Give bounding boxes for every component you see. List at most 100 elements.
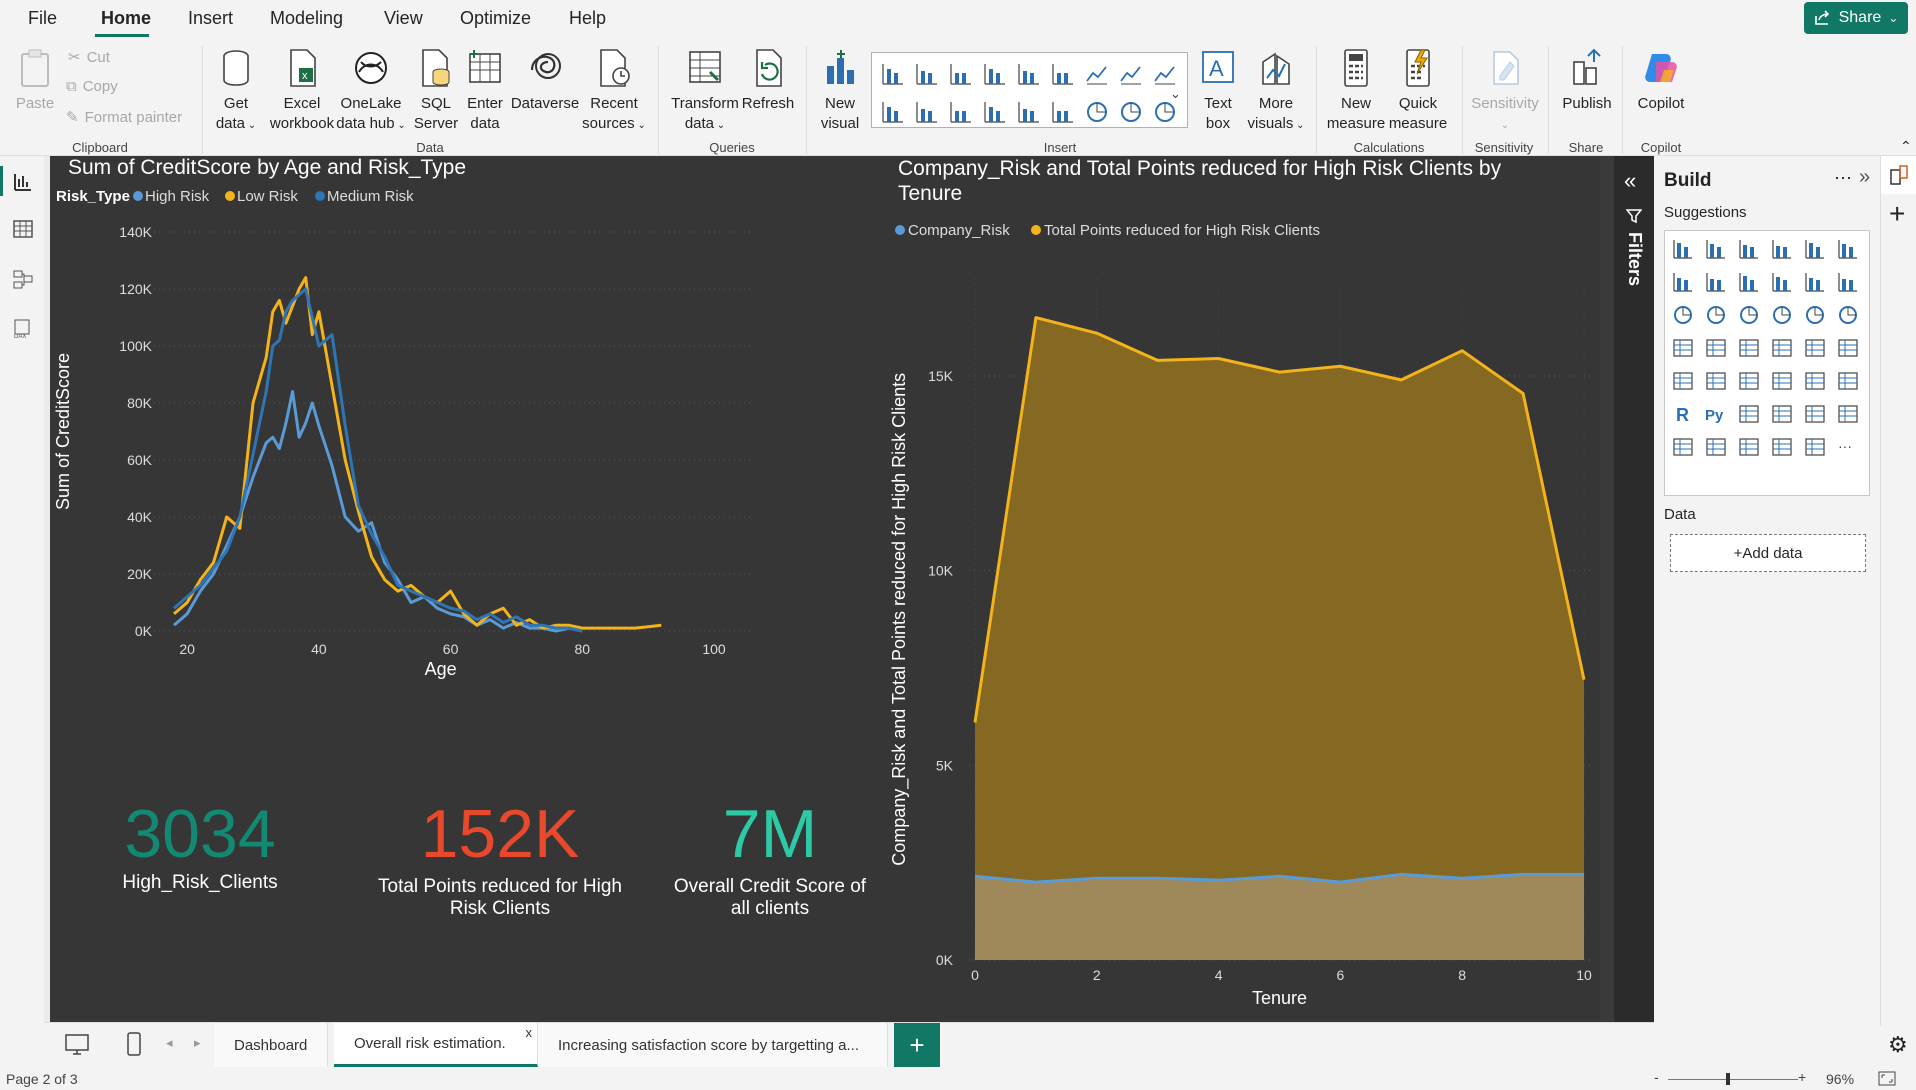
dax-query-view-icon[interactable]: DAX [12,318,34,340]
shape-map-icon[interactable] [1770,336,1794,360]
settings-gear-icon[interactable]: ⚙ [1888,1032,1908,1058]
close-tab-icon[interactable]: x [526,1025,533,1040]
menu-optimize[interactable]: Optimize [460,8,531,29]
matrix-icon[interactable] [1836,369,1860,393]
line-clustered-column-icon[interactable] [1836,270,1860,294]
format-painter-button[interactable]: ✎ Format painter [66,108,182,127]
recent-sources-button[interactable]: Recent sources ⌄ [582,48,646,136]
desktop-layout-icon[interactable] [64,1033,90,1057]
scroll-tabs-right-icon[interactable]: ▸ [194,1035,201,1051]
waterfall-icon[interactable] [1704,303,1728,327]
decomposition-tree-icon[interactable] [1770,402,1794,426]
matrix-chart-icon[interactable] [1152,99,1178,125]
stacked-bar-chart-icon[interactable] [880,61,906,87]
quick-measure-button[interactable]: Quick measure [1384,48,1452,134]
onelake-data-hub-button[interactable]: OneLake data hub ⌄ [334,48,408,136]
pie-icon[interactable] [1803,303,1827,327]
sql-server-button[interactable]: SQL Server [412,48,460,134]
scatter-icon[interactable] [1770,303,1794,327]
sensitivity-button[interactable]: Sensitivity ⌄ [1468,48,1542,136]
new-measure-button[interactable]: New measure [1326,48,1386,134]
100-stacked-bar-icon[interactable] [1803,237,1827,261]
funnel-icon[interactable] [1737,303,1761,327]
power-automate-icon[interactable] [1770,435,1794,459]
gallery-expand-button[interactable]: ⌄ [1170,86,1181,102]
filters-pane[interactable]: « Filters [1614,156,1654,1026]
more-options-icon[interactable]: ⋯ [1834,168,1852,189]
dataverse-button[interactable]: Dataverse [510,48,580,114]
collapse-ribbon-icon[interactable]: ⌃ [1900,138,1912,155]
power-apps-icon[interactable] [1737,435,1761,459]
multi-row-card-chart-icon[interactable] [1084,99,1110,125]
treemap-chart-icon[interactable] [948,99,974,125]
stacked-column-chart-icon[interactable] [914,61,940,87]
table-chart-icon[interactable] [1118,99,1144,125]
filled-map-icon[interactable] [1737,336,1761,360]
r-visual-icon[interactable]: R [1671,402,1695,426]
clustered-bar-icon[interactable] [1737,237,1761,261]
tab-dashboard[interactable]: Dashboard [214,1023,329,1067]
metrics-icon[interactable] [1671,435,1695,459]
zoom-slider-thumb[interactable] [1726,1073,1730,1085]
gauge-icon[interactable] [1836,336,1860,360]
qa-icon[interactable] [1803,402,1827,426]
clustered-column-chart-icon[interactable] [982,61,1008,87]
model-view-icon[interactable] [12,268,34,290]
paginated-report-icon[interactable] [1704,435,1728,459]
build-visual-icon[interactable] [1889,164,1909,186]
line-stacked-column-chart-icon[interactable] [1152,61,1178,87]
excel-workbook-button[interactable]: x Excel workbook [268,48,336,134]
add-page-button[interactable]: + [894,1023,940,1067]
zoom-slider[interactable] [1668,1073,1798,1085]
clustered-bar-chart-icon[interactable] [948,61,974,87]
visual-gallery[interactable] [871,52,1188,128]
add-data-button[interactable]: +Add data [1670,534,1866,572]
line-chart[interactable]: Risk_Type High Risk Low Risk Medium Risk 0K 2… [50,182,880,832]
copilot-button[interactable]: Copilot [1630,48,1692,114]
stacked-area-icon[interactable] [1737,270,1761,294]
zoom-out-button[interactable]: - [1654,1069,1659,1085]
card-icon[interactable] [1671,369,1695,393]
line-icon[interactable] [1671,270,1695,294]
tab-overall-risk-estimation[interactable]: Overall risk estimation. x [334,1023,538,1067]
area-chart[interactable]: Company_Risk Total Points reduced for Hig… [886,206,1600,1016]
zoom-in-button[interactable]: + [1798,1069,1806,1085]
table-view-icon[interactable] [12,218,34,240]
100-stacked-area-icon[interactable] [1770,270,1794,294]
menu-file[interactable]: File [28,8,57,29]
card-chart-icon[interactable] [1050,99,1076,125]
map-chart-icon[interactable] [982,99,1008,125]
azure-map-icon[interactable] [1803,336,1827,360]
smart-narrative-icon[interactable] [1836,402,1860,426]
scroll-tabs-left-icon[interactable]: ◂ [166,1035,173,1051]
menu-insert[interactable]: Insert [188,8,233,29]
slicer-icon[interactable] [1770,369,1794,393]
fit-to-page-icon[interactable] [1878,1071,1896,1086]
kpi-icon[interactable] [1737,369,1761,393]
area-icon[interactable] [1704,270,1728,294]
pie-chart-icon[interactable] [880,99,906,125]
area-chart-icon[interactable] [1118,61,1144,87]
treemap-icon[interactable] [1671,336,1695,360]
menu-help[interactable]: Help [569,8,606,29]
report-view-icon[interactable] [12,170,34,192]
line-stacked-column-icon[interactable] [1803,270,1827,294]
stacked-bar-icon[interactable] [1671,237,1695,261]
get-data-button[interactable]: Get data ⌄ [208,48,264,136]
gauge-chart-icon[interactable] [1016,99,1042,125]
collapse-pane-icon[interactable]: » [1859,166,1870,189]
python-visual-icon[interactable]: Py [1704,402,1728,426]
transform-data-button[interactable]: Transform data ⌄ [668,48,742,136]
map-icon[interactable] [1704,336,1728,360]
donut-chart-icon[interactable] [914,99,940,125]
kpi-card-high-risk-clients[interactable]: 3034 High_Risk_Clients [60,796,340,916]
text-box-button[interactable]: A Text box [1194,48,1242,134]
paste-button[interactable]: Paste [14,48,56,114]
on-object-bind-icon[interactable] [1803,435,1827,459]
enter-data-button[interactable]: Enter data [462,48,508,134]
100-stacked-column-chart-icon[interactable] [1050,61,1076,87]
clustered-column-icon[interactable] [1770,237,1794,261]
publish-button[interactable]: Publish [1556,48,1618,114]
kpi-card-total-points-reduced[interactable]: 152K Total Points reduced for High Risk … [360,796,640,919]
cut-button[interactable]: ✂ Cut [68,48,110,67]
